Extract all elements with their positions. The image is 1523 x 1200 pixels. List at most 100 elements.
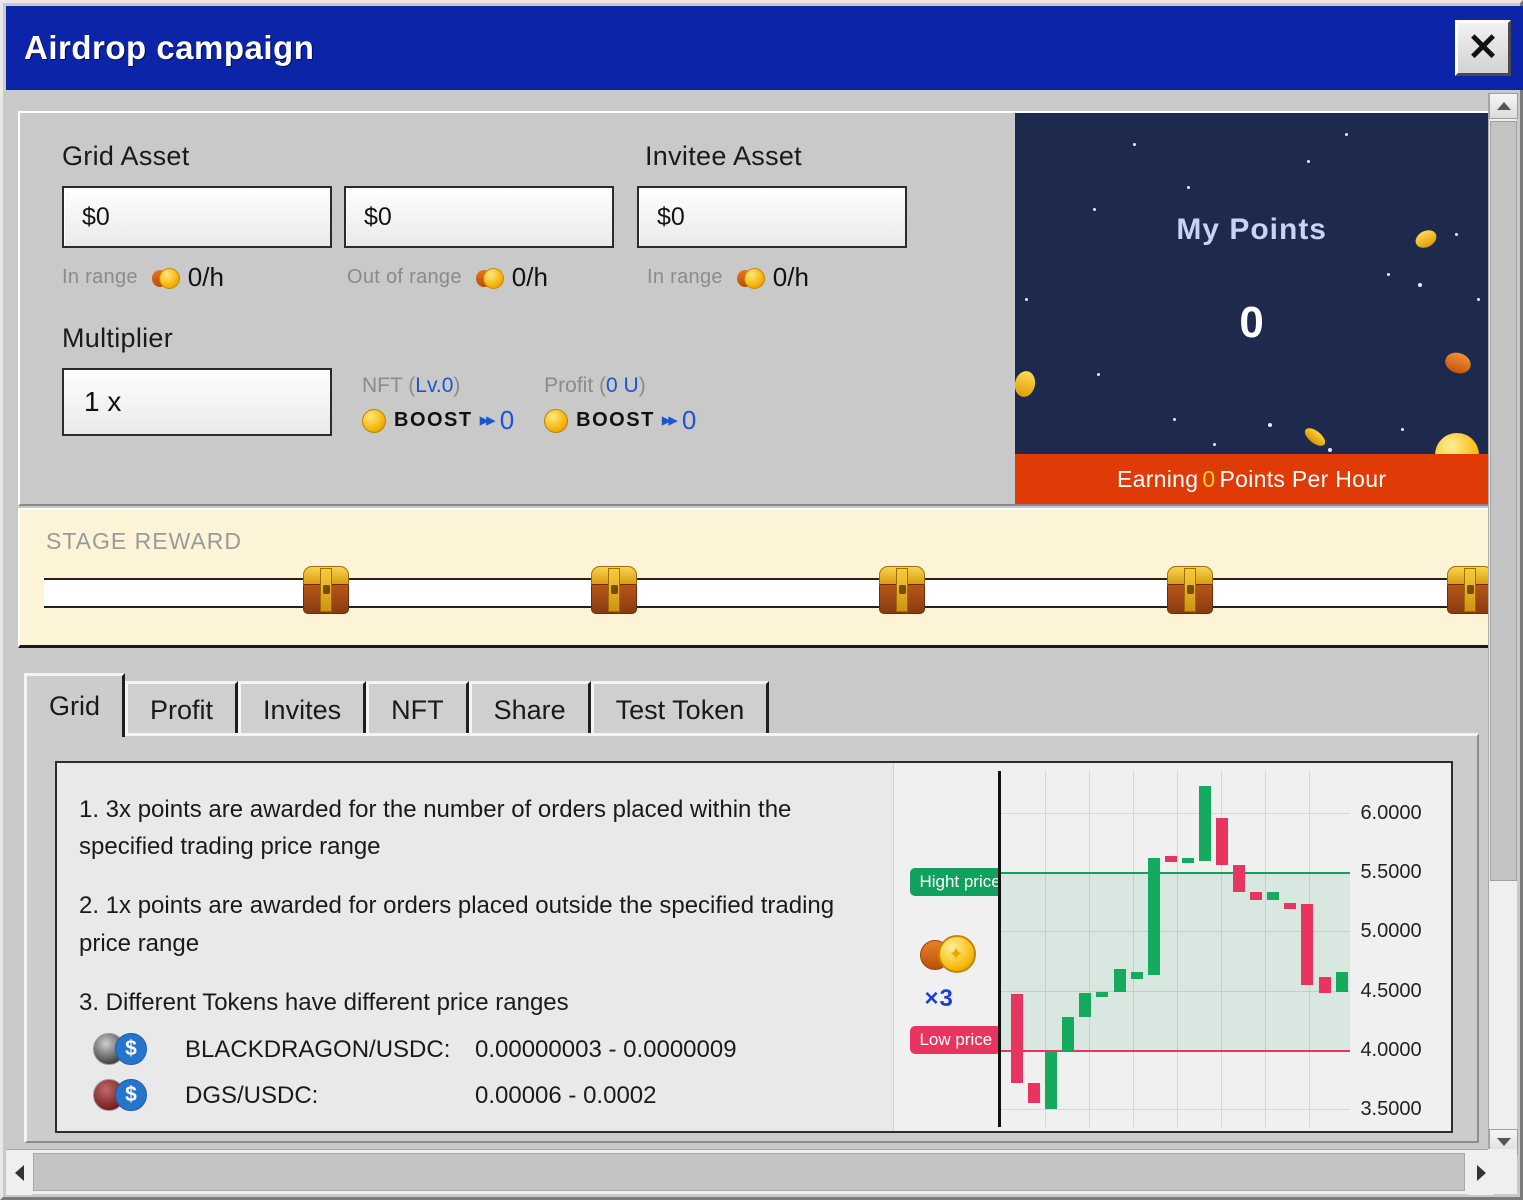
star [1097, 373, 1101, 376]
coin-icon [544, 408, 569, 433]
rule-2: 2. 1x points are awarded for orders plac… [79, 892, 835, 957]
tab-grid[interactable]: Grid [24, 673, 126, 737]
horizontal-scroll-thumb[interactable] [33, 1153, 1465, 1191]
earning-prefix: Earning [1116, 465, 1199, 492]
grid-in-range-rate: In range 0/h [62, 262, 347, 293]
gridline-horizontal [1001, 1109, 1351, 1111]
multiplier-label: Multiplier [62, 323, 174, 353]
y-axis-tick-label: 4.5000 [1360, 979, 1422, 1002]
price-range-band [1001, 871, 1351, 1050]
star [1093, 208, 1097, 211]
asset-fields-row: $0 $0 $0 [62, 186, 1015, 248]
earning-suffix: Points Per Hour [1219, 465, 1387, 492]
token-price-range: 0.00000003 - 0.0000009 [475, 1035, 737, 1063]
title-bar: Airdrop campaign ✕ [6, 6, 1523, 90]
candlestick [1319, 977, 1332, 993]
nft-suffix: ) [453, 374, 461, 397]
y-axis-tick-label: 3.5000 [1360, 1098, 1422, 1121]
vertical-scrollbar[interactable] [1488, 93, 1518, 1155]
candlestick [1045, 1051, 1058, 1110]
earning-rate-bar: Earning 0 Points Per Hour [1015, 454, 1488, 504]
grid-in-range-label: In range [62, 266, 138, 288]
tab-label: NFT [391, 695, 444, 725]
grid-info-box: 1. 3x points are awarded for the number … [55, 761, 1453, 1133]
coin-icon [1442, 349, 1474, 377]
token-range-row: $ BLACKDRAGON/USDC: 0.00000003 - 0.0000009 [79, 1032, 893, 1067]
tab-profit[interactable]: Profit [125, 681, 239, 737]
horizontal-scrollbar[interactable] [6, 1149, 1494, 1195]
multiplier-block: Multiplier 1 x NFT (Lv.0) BOOST ▸▸ 0 Pro… [62, 323, 1015, 436]
chart-multiplier-label: ×3 [924, 985, 954, 1012]
candlestick-plot [998, 771, 1351, 1127]
earning-value: 0 [1202, 465, 1216, 492]
gridline-horizontal [1001, 812, 1351, 814]
treasure-chest-icon[interactable] [303, 566, 349, 614]
invitee-asset-value[interactable]: $0 [637, 186, 907, 248]
profit-boost-word: BOOST [576, 409, 655, 431]
grid-out-range-rate-value: 0/h [511, 262, 548, 292]
y-axis: 6.0000 5.5000 5.0000 4.5000 4.0000 3.5000 [1356, 763, 1451, 1131]
token-price-range: 0.00006 - 0.0002 [475, 1081, 657, 1109]
grid-in-range-value[interactable]: $0 [62, 186, 332, 248]
profit-boost-block: Profit (0 U) BOOST ▸▸ 0 [544, 374, 696, 436]
profit-boost-header: Profit (0 U) [544, 374, 696, 398]
coin-icon [1302, 424, 1329, 450]
tab-nft[interactable]: NFT [366, 681, 469, 737]
double-arrow-icon: ▸▸ [661, 410, 678, 431]
tab-label: Grid [49, 691, 101, 721]
profit-amount: 0 U [606, 374, 639, 397]
tab-label: Profit [150, 695, 214, 725]
tab-test-token[interactable]: Test Token [590, 681, 770, 737]
window-title: Airdrop campaign [24, 29, 315, 66]
usdc-icon: $ [115, 1078, 147, 1111]
star [1418, 283, 1423, 287]
nft-boost-block: NFT (Lv.0) BOOST ▸▸ 0 [362, 374, 514, 436]
candlestick [1250, 892, 1263, 901]
candlestick [1216, 818, 1229, 865]
multiplier-value[interactable]: 1 x [62, 368, 332, 436]
treasure-chest-icon[interactable] [879, 566, 925, 614]
high-price-line [1001, 871, 1351, 874]
chevron-up-icon [1496, 102, 1511, 110]
nft-boost-word: BOOST [394, 409, 473, 431]
star [1268, 423, 1273, 427]
nft-boost-line: BOOST ▸▸ 0 [362, 405, 514, 436]
rates-row: In range 0/h Out of range 0/h In range 0… [62, 262, 1015, 293]
star [1133, 143, 1137, 146]
grid-rules: 1. 3x points are awarded for the number … [57, 763, 893, 1131]
chevron-right-icon [1476, 1164, 1486, 1181]
grid-out-range-label: Out of range [347, 266, 462, 288]
scroll-left-button[interactable] [6, 1150, 32, 1195]
y-axis-tick-label: 5.5000 [1360, 860, 1422, 883]
tab-label: Test Token [615, 695, 745, 725]
grid-out-range-value[interactable]: $0 [344, 186, 614, 248]
token-range-list: $ BLACKDRAGON/USDC: 0.00000003 - 0.0000009… [79, 1032, 893, 1113]
double-arrow-icon: ▸▸ [479, 410, 496, 431]
token-pair-name: DGS/USDC: [185, 1081, 319, 1109]
my-points-panel: My Points 0 Earning 0 Points Per Hour [1015, 113, 1488, 504]
star [1328, 448, 1333, 452]
treasure-chest-icon[interactable] [591, 566, 637, 614]
star [1401, 428, 1405, 431]
tab-label: Invites [263, 695, 342, 725]
my-points-title: My Points [1176, 213, 1327, 246]
tab-invites[interactable]: Invites [238, 681, 367, 737]
coin-icon [475, 267, 504, 289]
invitee-in-range-label: In range [647, 266, 723, 288]
vertical-scroll-thumb[interactable] [1490, 121, 1517, 881]
tab-share[interactable]: Share [468, 681, 591, 737]
rule-1: 1. 3x points are awarded for the number … [79, 796, 792, 861]
scrollbar-corner [1488, 1149, 1517, 1194]
high-price-tag: Hight price [910, 868, 1010, 896]
treasure-chest-icon[interactable] [1167, 566, 1213, 614]
tab-content-grid: 1. 3x points are awarded for the number … [24, 733, 1479, 1143]
star [1345, 133, 1349, 136]
scroll-up-button[interactable] [1489, 93, 1518, 119]
close-button[interactable]: ✕ [1455, 20, 1511, 76]
candlestick [1284, 902, 1297, 909]
treasure-chest-icon[interactable] [1447, 566, 1493, 614]
nft-boost-header: NFT (Lv.0) [362, 374, 514, 398]
price-range-chart: Hight price ✦ ×3 Low price 6.0000 5.5000 5… [893, 763, 1451, 1131]
coin-icon [1015, 369, 1038, 399]
profit-prefix: Profit ( [544, 374, 607, 397]
